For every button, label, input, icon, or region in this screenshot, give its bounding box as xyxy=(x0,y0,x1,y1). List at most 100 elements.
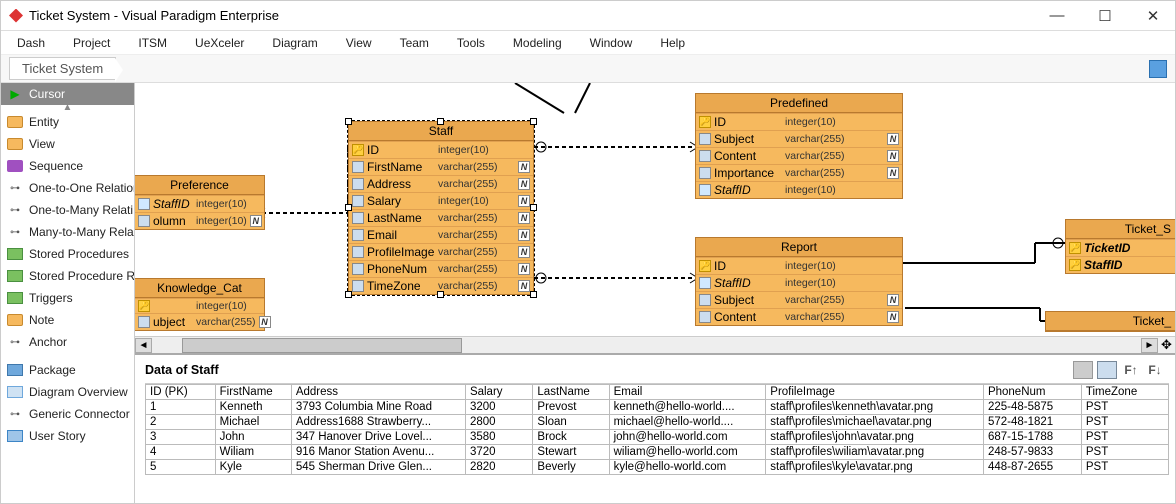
menu-diagram[interactable]: Diagram xyxy=(272,36,317,50)
entity-preference[interactable]: Preference StaffIDinteger(10)olumnintege… xyxy=(135,175,265,230)
column-header[interactable]: Salary xyxy=(465,385,532,400)
column-header[interactable]: TimeZone xyxy=(1081,385,1168,400)
palette-stored-procedure-r[interactable]: Stored Procedure R xyxy=(1,265,134,287)
entity-field[interactable]: PhoneNumvarchar(255)N xyxy=(349,260,533,277)
close-button[interactable]: ✕ xyxy=(1139,7,1167,25)
entity-report[interactable]: Report 🔑IDinteger(10)StaffIDinteger(10)S… xyxy=(695,237,903,326)
entity-field[interactable]: 🔑TicketID xyxy=(1066,239,1175,256)
txt-icon: ⊶ xyxy=(7,336,23,348)
entity-field[interactable]: FirstNamevarchar(255)N xyxy=(349,158,533,175)
nullable-icon: N xyxy=(518,195,530,207)
palette-triggers[interactable]: Triggers xyxy=(1,287,134,309)
breadcrumb[interactable]: Ticket System xyxy=(9,57,116,80)
entity-knowledge-cat[interactable]: Knowledge_Cat 🔑integer(10)ubjectvarchar(… xyxy=(135,278,265,331)
field-icon xyxy=(352,246,364,258)
entity-field[interactable]: Salaryinteger(10)N xyxy=(349,192,533,209)
table-row[interactable]: 1Kenneth3793 Columbia Mine Road3200Prevo… xyxy=(146,400,1169,415)
seq-icon xyxy=(7,160,23,172)
entity-field[interactable]: StaffIDinteger(10) xyxy=(135,195,264,212)
column-header[interactable]: PhoneNum xyxy=(983,385,1081,400)
palette-user-story[interactable]: User Story xyxy=(1,425,134,447)
entity-field[interactable]: Subjectvarchar(255)N xyxy=(696,130,902,147)
palette-anchor[interactable]: ⊶Anchor xyxy=(1,331,134,353)
table-row[interactable]: 5Kyle545 Sherman Drive Glen...2820Beverl… xyxy=(146,460,1169,475)
dp-tool-2[interactable] xyxy=(1097,361,1117,379)
dp-tool-1[interactable] xyxy=(1073,361,1093,379)
menu-uexceler[interactable]: UeXceler xyxy=(195,36,244,50)
column-header[interactable]: ProfileImage xyxy=(766,385,984,400)
entity-field[interactable]: StaffIDinteger(10) xyxy=(696,181,902,198)
table-row[interactable]: 2MichaelAddress1688 Strawberry...2800Slo… xyxy=(146,415,1169,430)
table-row[interactable]: 3John347 Hanover Drive Lovel...3580Brock… xyxy=(146,430,1169,445)
palette-sequence[interactable]: Sequence xyxy=(1,155,134,177)
menu-window[interactable]: Window xyxy=(590,36,633,50)
maximize-button[interactable]: ☐ xyxy=(1091,7,1119,25)
menu-help[interactable]: Help xyxy=(660,36,685,50)
column-header[interactable]: LastName xyxy=(533,385,609,400)
menu-itsm[interactable]: ITSM xyxy=(138,36,167,50)
toolbar-data-icon[interactable] xyxy=(1149,60,1167,78)
entity-field[interactable]: Addressvarchar(255)N xyxy=(349,175,533,192)
entity-field[interactable]: 🔑IDinteger(10) xyxy=(696,257,902,274)
entity-field[interactable]: 🔑IDinteger(10) xyxy=(696,113,902,130)
menu-tools[interactable]: Tools xyxy=(457,36,485,50)
dp-sort-asc[interactable]: F↑ xyxy=(1121,361,1141,379)
scroll-thumb[interactable] xyxy=(182,338,462,353)
entity-field[interactable]: ProfileImagevarchar(255)N xyxy=(349,243,533,260)
palette-one-to-many-relati[interactable]: ⊶One-to-Many Relati xyxy=(1,199,134,221)
menu-view[interactable]: View xyxy=(346,36,372,50)
data-table[interactable]: ID (PK)FirstNameAddressSalaryLastNameEma… xyxy=(145,384,1169,475)
field-type: integer(10) xyxy=(438,195,515,207)
entity-field[interactable]: 🔑IDinteger(10) xyxy=(349,141,533,158)
palette-many-to-many-rela[interactable]: ⊶Many-to-Many Rela xyxy=(1,221,134,243)
entity-predefined[interactable]: Predefined 🔑IDinteger(10)Subjectvarchar(… xyxy=(695,93,903,199)
entity-field[interactable]: Importancevarchar(255)N xyxy=(696,164,902,181)
entity-field[interactable]: 🔑StaffID xyxy=(1066,256,1175,273)
palette-stored-procedures[interactable]: Stored Procedures xyxy=(1,243,134,265)
palette-view[interactable]: View xyxy=(1,133,134,155)
palette-package[interactable]: Package xyxy=(1,359,134,381)
entity-field[interactable]: StaffIDinteger(10) xyxy=(696,274,902,291)
menu-project[interactable]: Project xyxy=(73,36,110,50)
scroll-right-button[interactable]: ► xyxy=(1141,338,1158,353)
scroll-left-button[interactable]: ◄ xyxy=(135,338,152,353)
entity-field[interactable]: Subjectvarchar(255)N xyxy=(696,291,902,308)
field-name: Importance xyxy=(714,166,782,180)
palette-one-to-one-relation[interactable]: ⊶One-to-One Relation xyxy=(1,177,134,199)
menu-modeling[interactable]: Modeling xyxy=(513,36,562,50)
column-header[interactable]: Address xyxy=(291,385,465,400)
entity-field[interactable]: olumninteger(10)N xyxy=(135,212,264,229)
field-icon xyxy=(138,316,150,328)
palette-generic-connector[interactable]: ⊶Generic Connector xyxy=(1,403,134,425)
entity-ticket[interactable]: Ticket_ xyxy=(1045,311,1175,332)
entity-field[interactable]: ubjectvarchar(255)N xyxy=(135,313,264,330)
palette-note[interactable]: Note xyxy=(1,309,134,331)
pkg-icon xyxy=(7,364,23,376)
dp-sort-desc[interactable]: F↓ xyxy=(1145,361,1165,379)
scroll-corner-icon[interactable]: ✥ xyxy=(1158,338,1175,353)
arrow-icon: ▶ xyxy=(7,88,23,100)
entity-field[interactable]: 🔑integer(10) xyxy=(135,298,264,313)
column-header[interactable]: Email xyxy=(609,385,766,400)
diagram-canvas[interactable]: Preference StaffIDinteger(10)olumnintege… xyxy=(135,83,1175,336)
table-row[interactable]: 4Wiliam916 Manor Station Avenu...3720Ste… xyxy=(146,445,1169,460)
nullable-icon: N xyxy=(518,161,530,173)
menu-team[interactable]: Team xyxy=(400,36,429,50)
horizontal-scrollbar[interactable]: ◄ ► ✥ xyxy=(135,336,1175,353)
entity-staff[interactable]: Staff 🔑IDinteger(10)FirstNamevarchar(255… xyxy=(348,121,534,295)
column-header[interactable]: ID (PK) xyxy=(146,385,216,400)
entity-field[interactable]: LastNamevarchar(255)N xyxy=(349,209,533,226)
entity-title: Knowledge_Cat xyxy=(135,279,264,298)
fk-icon xyxy=(699,184,711,196)
entity-field[interactable]: Contentvarchar(255)N xyxy=(696,147,902,164)
key-icon: 🔑 xyxy=(352,144,364,156)
minimize-button[interactable]: — xyxy=(1043,7,1071,25)
column-header[interactable]: FirstName xyxy=(215,385,291,400)
palette-entity[interactable]: Entity xyxy=(1,111,134,133)
palette-diagram-overview[interactable]: Diagram Overview xyxy=(1,381,134,403)
menu-dash[interactable]: Dash xyxy=(17,36,45,50)
entity-field[interactable]: Emailvarchar(255)N xyxy=(349,226,533,243)
key-icon: 🔑 xyxy=(138,300,150,312)
entity-field[interactable]: Contentvarchar(255)N xyxy=(696,308,902,325)
entity-ticket-s[interactable]: Ticket_S 🔑TicketID🔑StaffID xyxy=(1065,219,1175,274)
